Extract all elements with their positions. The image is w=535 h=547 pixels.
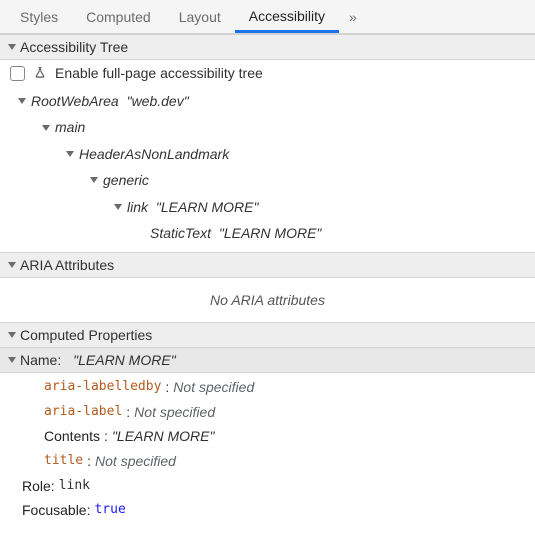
prop-row: aria-label: Not specified xyxy=(0,400,535,425)
enable-fullpage-row: Enable full-page accessibility tree xyxy=(0,60,535,86)
prop-row: Role: link xyxy=(0,474,535,499)
node-name: web.dev xyxy=(127,90,189,112)
section-header-computed[interactable]: Computed Properties xyxy=(0,322,535,348)
name-label: Name: xyxy=(20,352,61,368)
computed-properties: aria-labelledby: Not specified aria-labe… xyxy=(0,373,535,531)
experiment-icon xyxy=(33,66,47,80)
tree-node[interactable]: main xyxy=(0,114,535,140)
tab-more-button[interactable]: » xyxy=(339,1,367,33)
prop-value: true xyxy=(94,500,125,522)
node-role: StaticText xyxy=(150,222,211,244)
chevron-down-icon xyxy=(42,125,50,131)
tab-styles[interactable]: Styles xyxy=(6,1,72,33)
prop-key: Focusable: xyxy=(22,500,90,522)
prop-value: Not specified xyxy=(134,402,215,424)
computed-name-row[interactable]: Name: LEARN MORE xyxy=(0,348,535,373)
section-title: ARIA Attributes xyxy=(20,257,114,273)
tree-node[interactable]: generic xyxy=(0,167,535,193)
aria-empty-message: No ARIA attributes xyxy=(0,278,535,322)
tab-bar: Styles Computed Layout Accessibility » xyxy=(0,0,535,34)
prop-row: Contents: LEARN MORE xyxy=(0,425,535,450)
chevron-down-icon xyxy=(8,332,16,338)
accessibility-tree: RootWebArea web.dev main HeaderAsNonLand… xyxy=(0,86,535,252)
chevron-down-icon xyxy=(18,98,26,104)
prop-value: LEARN MORE xyxy=(112,426,215,448)
node-role: generic xyxy=(103,169,149,191)
chevron-down-icon xyxy=(8,357,16,363)
prop-key: aria-label xyxy=(44,402,122,424)
prop-key: title xyxy=(44,451,83,473)
tree-node[interactable]: link LEARN MORE xyxy=(0,194,535,220)
node-role: link xyxy=(127,196,148,218)
section-header-tree[interactable]: Accessibility Tree xyxy=(0,34,535,60)
prop-key: aria-labelledby xyxy=(44,377,161,399)
prop-row: title: Not specified xyxy=(0,449,535,474)
chevron-down-icon xyxy=(66,151,74,157)
prop-row: Focusable: true xyxy=(0,499,535,524)
prop-key: Contents xyxy=(44,426,100,448)
tab-computed[interactable]: Computed xyxy=(72,1,165,33)
chevron-down-icon xyxy=(8,262,16,268)
tab-accessibility[interactable]: Accessibility xyxy=(235,0,339,33)
chevron-down-icon xyxy=(114,204,122,210)
prop-row: aria-labelledby: Not specified xyxy=(0,375,535,400)
prop-key: Role: xyxy=(22,476,55,498)
prop-value: Not specified xyxy=(95,451,176,473)
node-role: RootWebArea xyxy=(31,90,119,112)
node-role: HeaderAsNonLandmark xyxy=(79,143,229,165)
node-role: main xyxy=(55,116,85,138)
prop-value: Not specified xyxy=(173,377,254,399)
node-name: LEARN MORE xyxy=(156,196,259,218)
tree-node[interactable]: HeaderAsNonLandmark xyxy=(0,141,535,167)
section-title: Accessibility Tree xyxy=(20,39,128,55)
section-title: Computed Properties xyxy=(20,327,152,343)
prop-value: link xyxy=(59,476,90,498)
name-value: LEARN MORE xyxy=(73,352,176,368)
tree-node[interactable]: StaticText LEARN MORE xyxy=(0,220,535,246)
enable-fullpage-label: Enable full-page accessibility tree xyxy=(55,65,263,81)
enable-fullpage-checkbox[interactable] xyxy=(10,66,25,81)
chevron-down-icon xyxy=(8,44,16,50)
tree-node[interactable]: RootWebArea web.dev xyxy=(0,88,535,114)
section-header-aria[interactable]: ARIA Attributes xyxy=(0,252,535,278)
tab-layout[interactable]: Layout xyxy=(165,1,235,33)
chevron-down-icon xyxy=(90,177,98,183)
node-name: LEARN MORE xyxy=(219,222,322,244)
